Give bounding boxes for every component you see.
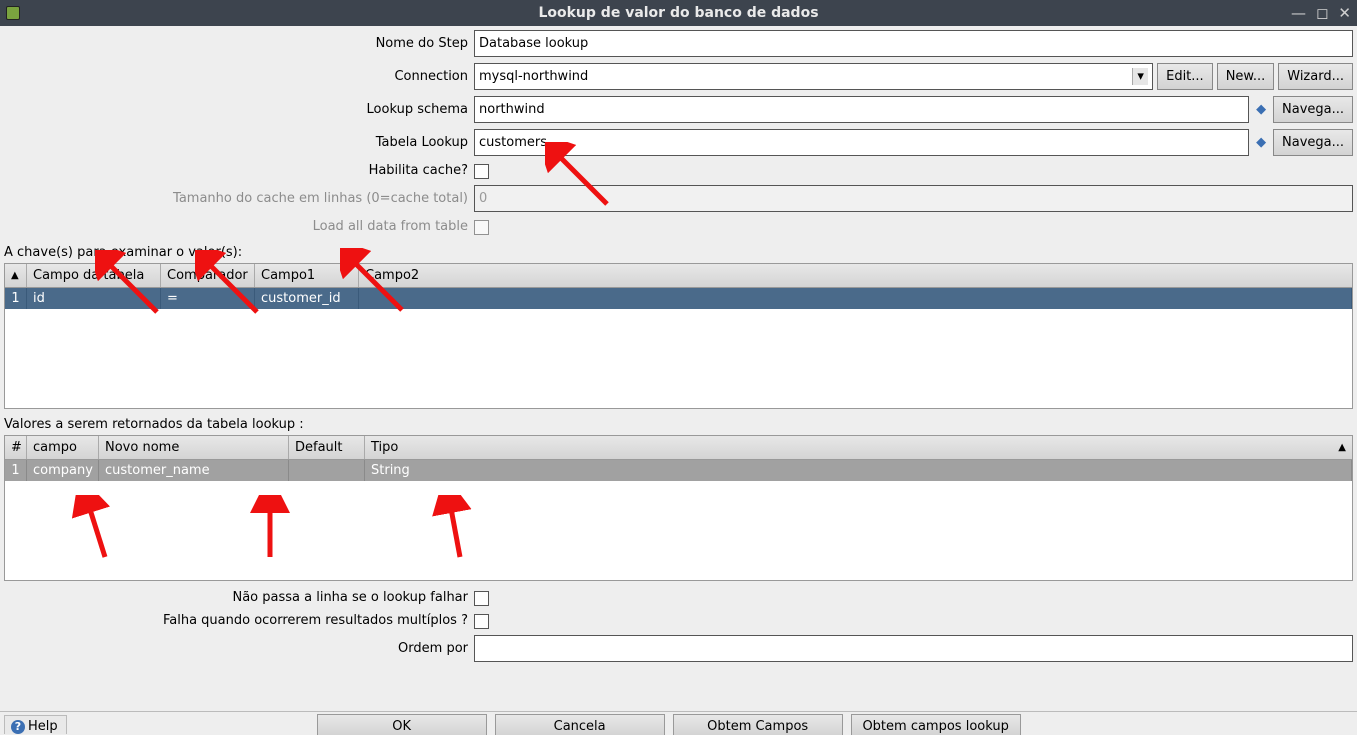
no-pass-checkbox[interactable] — [474, 591, 489, 606]
browse-table-button[interactable]: Navega... — [1273, 129, 1353, 156]
window-title: Lookup de valor do banco de dados — [538, 5, 818, 21]
get-fields-button[interactable]: Obtem Campos — [673, 714, 843, 735]
fail-multi-checkbox[interactable] — [474, 614, 489, 629]
load-all-checkbox — [474, 220, 489, 235]
return-table[interactable]: # campo Novo nome Default Tipo ▲ 1 compa… — [4, 435, 1353, 581]
step-name-label: Nome do Step — [4, 36, 474, 51]
load-all-label: Load all data from table — [4, 219, 474, 234]
enable-cache-checkbox[interactable] — [474, 164, 489, 179]
col-type[interactable]: Tipo ▲ — [365, 436, 1352, 459]
help-icon: ? — [11, 720, 25, 734]
maximize-icon[interactable]: ◻ — [1316, 6, 1328, 21]
cache-size-input — [474, 185, 1353, 212]
keys-table[interactable]: ▲ Campo da tabela Comparador Campo1 Camp… — [4, 263, 1353, 409]
enable-cache-label: Habilita cache? — [4, 163, 474, 178]
minimize-icon[interactable]: — — [1291, 6, 1306, 21]
col-default[interactable]: Default — [289, 436, 365, 459]
table-row[interactable]: 1 company customer_name String — [5, 460, 1352, 481]
edit-button[interactable]: Edit... — [1157, 63, 1213, 90]
fail-multi-label: Falha quando ocorrerem resultados multíp… — [4, 613, 474, 628]
sort-asc-icon[interactable]: ▲ — [1338, 442, 1346, 453]
chevron-down-icon[interactable]: ▾ — [1132, 68, 1148, 85]
lookup-table-input[interactable] — [474, 129, 1249, 156]
col-new-name[interactable]: Novo nome — [99, 436, 289, 459]
return-section-label: Valores a serem retornados da tabela loo… — [0, 413, 1357, 435]
order-by-input[interactable] — [474, 635, 1353, 662]
no-pass-label: Não passa a linha se o lookup falhar — [4, 590, 474, 605]
sort-asc-icon[interactable]: ▲ — [11, 270, 19, 281]
connection-combo[interactable]: mysql-northwind ▾ — [474, 63, 1153, 90]
close-icon[interactable]: ✕ — [1338, 6, 1351, 21]
connection-label: Connection — [4, 69, 474, 84]
order-by-label: Ordem por — [4, 641, 474, 656]
col-field2[interactable]: Campo2 — [359, 264, 1352, 287]
col-field[interactable]: campo — [27, 436, 99, 459]
browse-schema-button[interactable]: Navega... — [1273, 96, 1353, 123]
cancel-button[interactable]: Cancela — [495, 714, 665, 735]
app-icon — [6, 6, 20, 20]
keys-section-label: A chave(s) para examinar o valor(s): — [0, 241, 1357, 263]
col-field1[interactable]: Campo1 — [255, 264, 359, 287]
cache-size-label: Tamanho do cache em linhas (0=cache tota… — [4, 191, 474, 206]
get-lookup-fields-button[interactable]: Obtem campos lookup — [851, 714, 1021, 735]
help-button[interactable]: ? Help — [4, 715, 67, 734]
step-name-input[interactable] — [474, 30, 1353, 57]
new-button[interactable]: New... — [1217, 63, 1275, 90]
col-field-table[interactable]: Campo da tabela — [27, 264, 161, 287]
col-comparator[interactable]: Comparador — [161, 264, 255, 287]
ok-button[interactable]: OK — [317, 714, 487, 735]
title-bar: Lookup de valor do banco de dados — ◻ ✕ — [0, 0, 1357, 26]
browse-schema-icon[interactable]: ◆ — [1253, 96, 1269, 123]
wizard-button[interactable]: Wizard... — [1278, 63, 1353, 90]
lookup-schema-label: Lookup schema — [4, 102, 474, 117]
table-row[interactable]: 1 id = customer_id — [5, 288, 1352, 309]
lookup-table-label: Tabela Lookup — [4, 135, 474, 150]
col-num[interactable]: # — [5, 436, 27, 459]
browse-table-icon[interactable]: ◆ — [1253, 129, 1269, 156]
lookup-schema-input[interactable] — [474, 96, 1249, 123]
